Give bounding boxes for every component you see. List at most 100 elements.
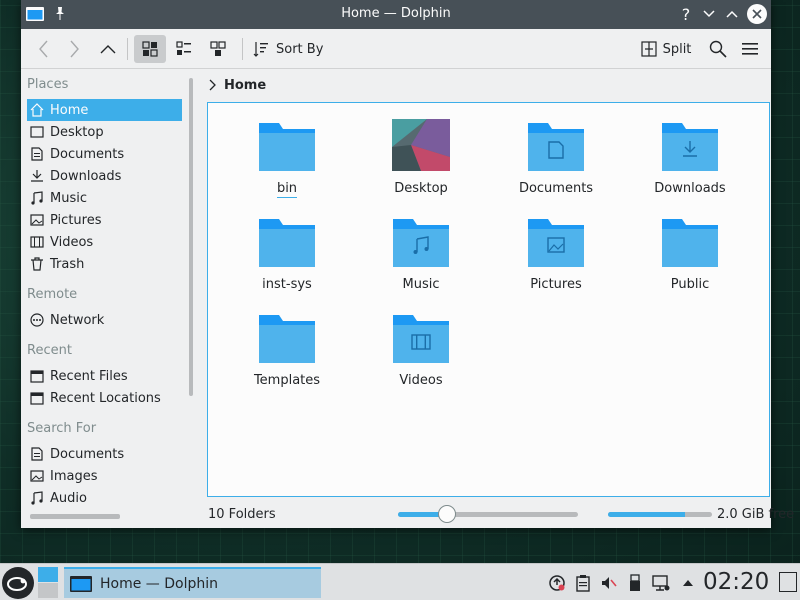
documents-icon [31,447,43,461]
update-icon [549,575,565,591]
images-icon [30,470,44,482]
sort-icon [253,42,268,57]
titlebar[interactable]: Home — Dolphin ? [21,0,771,29]
downloads-icon [31,170,43,182]
toolbar-separator [127,38,128,60]
details-view-button[interactable] [203,35,233,63]
folder-count: 10 Folders [208,507,276,522]
network-wired-icon [652,575,670,591]
zoom-slider[interactable] [398,512,578,517]
sidebar-item-search-audio[interactable]: Audio [27,487,182,509]
sidebar-item-pictures[interactable]: Pictures [27,209,182,231]
compact-view-button[interactable] [169,35,199,63]
file-item-templates[interactable]: Templates [220,295,354,391]
sidebar-item-label: Images [50,468,98,484]
up-button[interactable] [95,35,121,63]
file-item-videos[interactable]: Videos [354,295,488,391]
volume-muted-icon [602,577,617,589]
file-item-bin[interactable]: bin [220,103,354,199]
folder-pictures-icon [528,219,584,267]
usb-tray-icon[interactable] [626,574,644,592]
file-item-public[interactable]: Public [623,199,757,295]
file-item-downloads[interactable]: Downloads [623,103,757,199]
sidebar-item-recent-locations[interactable]: Recent Locations [27,387,182,409]
sidebar-item-label: Pictures [50,212,102,228]
places-section-header: Places [27,77,69,92]
folder-videos-icon [393,315,449,363]
application-launcher[interactable] [2,567,34,599]
videos-icon [30,236,44,248]
back-button[interactable] [30,35,56,63]
file-item-desktop[interactable]: Desktop [354,103,488,199]
icons-view-button[interactable] [134,35,166,63]
desktop-1[interactable] [38,567,58,582]
breadcrumb: Home [208,74,266,96]
sidebar-item-documents[interactable]: Documents [27,143,182,165]
sidebar-item-videos[interactable]: Videos [27,231,182,253]
sidebar-item-network[interactable]: Network [27,309,182,331]
toolbar-separator [242,38,243,60]
forward-button[interactable] [62,35,88,63]
remote-section-header: Remote [27,287,78,302]
sidebar-item-label: Network [50,312,105,328]
zoom-slider-handle[interactable] [438,505,456,523]
dolphin-task-icon [70,575,92,592]
sidebar-item-recent-files[interactable]: Recent Files [27,365,182,387]
volume-tray-icon[interactable] [600,574,618,592]
desktop-2[interactable] [38,583,58,598]
show-desktop-button[interactable] [779,572,797,592]
sidebar-item-label: Trash [50,256,85,272]
network-tray-icon[interactable] [652,574,670,592]
usb-device-icon [630,574,640,591]
sidebar-item-search-images[interactable]: Images [27,465,182,487]
file-item-pictures[interactable]: Pictures [489,199,623,295]
folder-icon [259,219,315,267]
triangle-up-icon [683,580,693,586]
digital-clock[interactable]: 02:20 [703,569,769,595]
file-item-label: Templates [253,373,321,388]
dolphin-app-icon[interactable] [26,7,44,21]
folder-music-icon [393,219,449,267]
sidebar-horizontal-scrollbar[interactable] [30,514,120,519]
file-item-inst-sys[interactable]: inst-sys [220,199,354,295]
updates-tray-icon[interactable] [548,574,566,592]
help-button[interactable]: ? [677,4,695,24]
task-dolphin[interactable]: Home — Dolphin [64,567,321,598]
view-icons-icon [142,41,158,57]
sidebar-item-downloads[interactable]: Downloads [27,165,182,187]
free-space-bar[interactable] [608,512,712,517]
search-button[interactable] [705,35,731,63]
file-item-music[interactable]: Music [354,199,488,295]
sidebar-item-label: Audio [50,490,87,506]
hamburger-menu-button[interactable] [737,35,763,63]
minimize-button[interactable] [700,5,718,23]
file-item-label: Public [670,277,710,292]
sidebar-item-search-documents[interactable]: Documents [27,443,182,465]
file-view[interactable]: bin Desktop Documents Downloads inst-sys… [207,102,770,497]
chevron-right-icon[interactable] [208,79,216,91]
sidebar-item-desktop[interactable]: Desktop [27,121,182,143]
breadcrumb-home[interactable]: Home [224,78,266,93]
close-button[interactable] [747,4,767,24]
sidebar-item-label: Desktop [50,124,104,140]
virtual-desktop-pager[interactable] [38,567,58,598]
tray-expand-button[interactable] [679,574,697,592]
clipboard-tray-icon[interactable] [574,574,592,592]
file-item-documents[interactable]: Documents [489,103,623,199]
sidebar-item-home[interactable]: Home [27,99,182,121]
sidebar-item-trash[interactable]: Trash [27,253,182,275]
split-button[interactable]: Split [636,35,696,63]
recent-locations-icon [30,392,44,405]
sidebar-vertical-scrollbar[interactable] [189,78,193,396]
places-panel: Places Home Desktop Documents Downloads … [21,70,193,528]
help-icon: ? [681,4,691,24]
chevron-left-icon [39,40,48,58]
sidebar-item-music[interactable]: Music [27,187,182,209]
maximize-button[interactable] [723,5,741,23]
split-view-icon [640,41,657,57]
pin-icon[interactable] [53,6,67,22]
audio-icon [31,491,43,505]
sort-by-button[interactable]: Sort By [249,35,329,63]
desktop-icon [30,126,44,138]
sort-by-label: Sort By [276,41,324,57]
